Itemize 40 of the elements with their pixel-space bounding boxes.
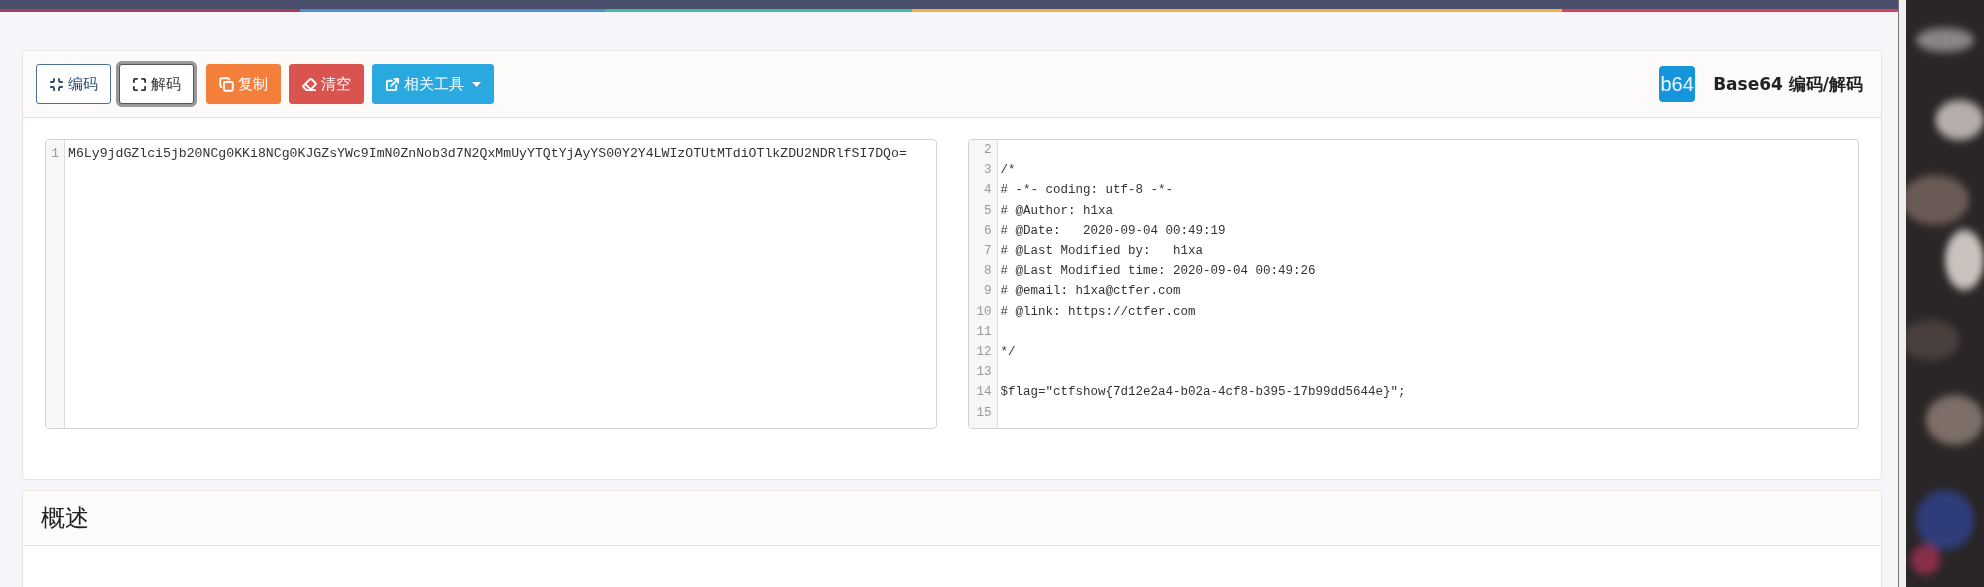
code-line: # @link: https://ctfer.com: [999, 304, 1196, 319]
line-number: 14: [975, 385, 993, 400]
line-number: 13: [975, 365, 993, 380]
caret-icon: [472, 81, 481, 87]
code-line: $flag="ctfshow{7d12e2a4-b02a-4cf8-b395-17b99dd5644e}";: [999, 385, 1406, 400]
line-number: 3: [983, 163, 993, 178]
line-number: 6: [983, 223, 993, 238]
logo: b64: [1659, 66, 1696, 102]
code-line: M6Ly9jdGZlci5jb20NCg0KKi8NCg0KJGZsYWc9ImN0ZnNob3d7N2QxMmUyYTQtYjAyYS00Y2Y4LWIzOTUtMTdiOTlkZDU2NDRlfSI7DQo=: [67, 145, 907, 161]
code-line: # -*- coding: utf-8 -*-: [999, 183, 1174, 198]
toolbar-button[interactable]: 清空: [289, 64, 364, 104]
line-number: 10: [975, 304, 993, 319]
code-line: */: [999, 344, 1016, 359]
toolbar-button[interactable]: 编码: [36, 64, 111, 104]
line-number: 2: [983, 143, 993, 158]
code-line: # @Author: h1xa: [999, 203, 1114, 218]
code-line: /*: [999, 163, 1016, 178]
compress-icon: [49, 76, 64, 92]
input-editor[interactable]: 1 M6Ly9jdGZlci5jb20NCg0KKi8NCg0KJGZsYWc9ImN0ZnNob3d7N2QxMmUyYTQtYjAyYS00Y2Y4LWIzOTUtMTdiOTlkZDU2NDRlfSI7DQo=: [45, 139, 937, 429]
line-number: 9: [983, 284, 993, 299]
line-number: 4: [983, 183, 993, 198]
code-line: # @Last Modified by: h1xa: [999, 244, 1204, 259]
line-number: 11: [975, 324, 993, 339]
line-number: 8: [983, 264, 993, 279]
code-line: # @Last Modified time: 2020-09-04 00:49:26: [999, 264, 1316, 279]
page-title: Base64 编码/解码: [1713, 72, 1863, 96]
copy-icon: [219, 76, 234, 92]
line-number: 7: [983, 244, 993, 259]
scrollbar[interactable]: [1898, 0, 1906, 587]
section-title: 概述: [41, 503, 89, 534]
code-line: # @Date: 2020-09-04 00:49:19: [999, 223, 1226, 238]
eraser-icon: [302, 76, 317, 92]
line-number: 1: [50, 145, 60, 161]
code-line: # @email: h1xa@ctfer.com: [999, 284, 1181, 299]
expand-icon: [132, 76, 147, 92]
external-link-icon: [385, 76, 400, 92]
line-number: 5: [983, 203, 993, 218]
toolbar-button[interactable]: 解码: [119, 64, 194, 104]
line-number: 15: [975, 405, 993, 420]
line-number: 12: [975, 344, 993, 359]
